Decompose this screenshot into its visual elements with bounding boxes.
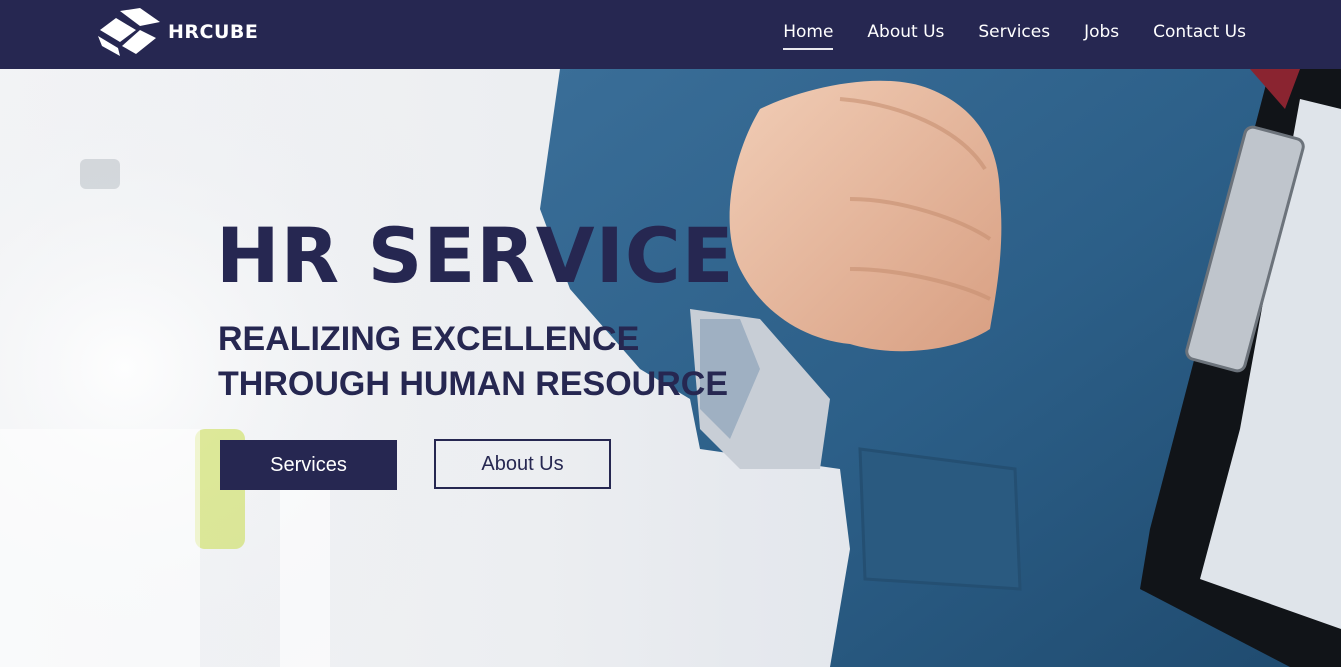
hero-subtitle-line-1: REALIZING EXCELLENCE	[218, 320, 640, 358]
hero-title: HR SERVICE	[216, 211, 735, 300]
cube-logo-icon	[98, 8, 160, 56]
main-nav: Home About Us Services Jobs Contact Us	[749, 22, 1246, 50]
nav-contact-us[interactable]: Contact Us	[1153, 22, 1246, 50]
hero-subtitle: REALIZING EXCELLENCE THROUGH HUMAN RESOU…	[218, 317, 728, 407]
nav-services[interactable]: Services	[978, 22, 1050, 50]
hero-subtitle-line-2: THROUGH HUMAN RESOURCE	[218, 365, 728, 403]
hero-section: HR SERVICE REALIZING EXCELLENCE THROUGH …	[0, 69, 1341, 667]
top-navbar: HRCUBE Home About Us Services Jobs Conta…	[0, 0, 1341, 69]
nav-jobs[interactable]: Jobs	[1084, 22, 1119, 50]
about-us-button[interactable]: About Us	[434, 439, 611, 489]
nav-about-us[interactable]: About Us	[867, 22, 944, 50]
brand-logo[interactable]: HRCUBE	[96, 8, 258, 58]
services-button[interactable]: Services	[220, 440, 397, 490]
nav-home[interactable]: Home	[783, 22, 834, 50]
brand-name: HRCUBE	[168, 21, 259, 43]
